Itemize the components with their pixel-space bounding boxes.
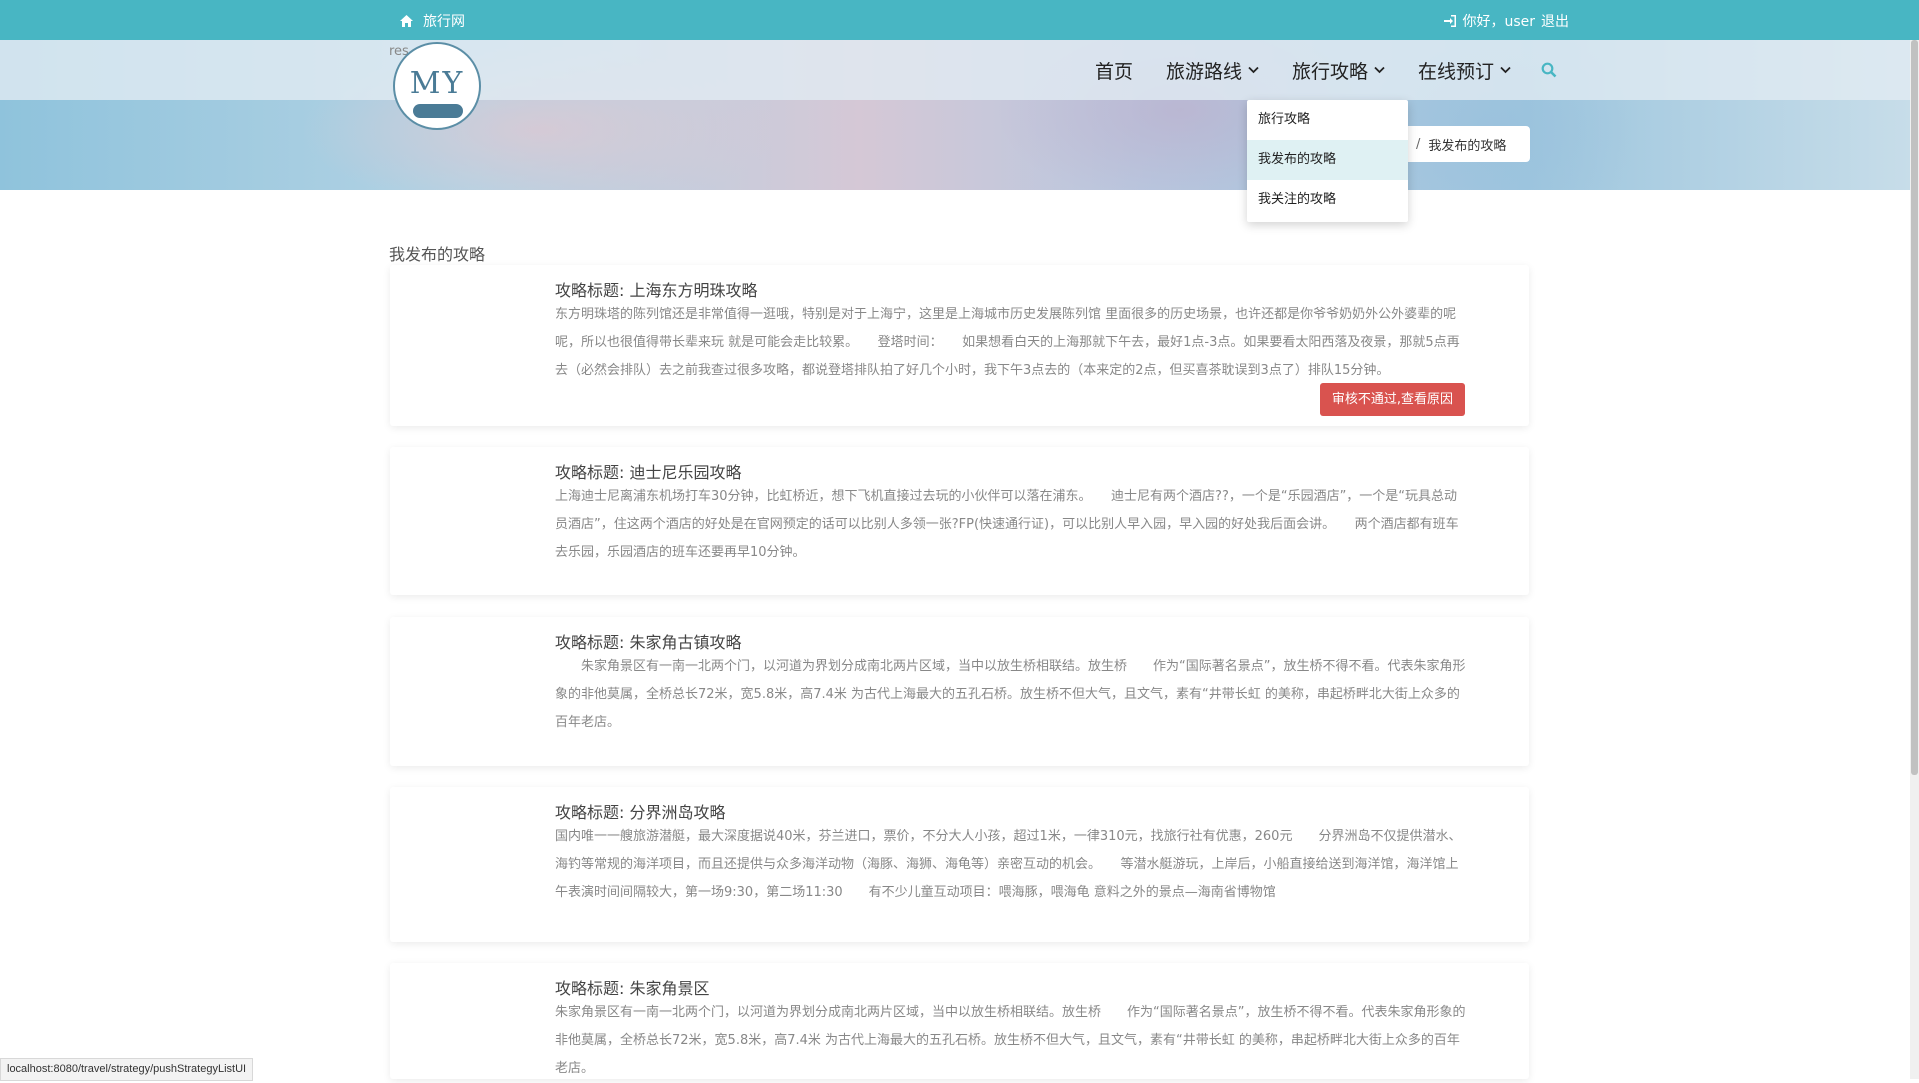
breadcrumb-separator: / xyxy=(1416,136,1421,152)
strategy-title[interactable]: 攻略标题: 上海东方明珠攻略 xyxy=(555,277,757,301)
nav-strategy[interactable]: 旅行攻略 xyxy=(1292,57,1385,84)
page-scrollbar[interactable] xyxy=(1910,40,1919,1079)
nav-booking-label: 在线预订 xyxy=(1417,60,1494,83)
main-navbar: 首页 旅游路线 旅行攻略 在线预订 xyxy=(0,40,1910,100)
site-logo[interactable]: MY xyxy=(393,42,481,130)
strategy-card[interactable]: 攻略标题: 朱家角古镇攻略 朱家角景区有一南一北两个门，以河道为界划分成南北两片… xyxy=(390,617,1529,766)
strategy-title[interactable]: 攻略标题: 朱家角景区 xyxy=(555,975,709,999)
review-failed-button[interactable]: 审核不通过,查看原因 xyxy=(1319,383,1465,416)
strategy-title[interactable]: 攻略标题: 迪士尼乐园攻略 xyxy=(555,459,741,483)
page-title: 我发布的攻略 xyxy=(389,245,486,264)
top-bar: 旅行网 你好，user 退出 xyxy=(0,0,1919,40)
dropdown-item-my-published[interactable]: 我发布的攻略 xyxy=(1247,140,1408,180)
site-brand[interactable]: 旅行网 xyxy=(400,11,465,31)
browser-status-url: localhost:8080/travel/strategy/pushStrat… xyxy=(0,1058,254,1081)
chevron-down-icon xyxy=(1500,66,1511,74)
site-name: 旅行网 xyxy=(423,14,465,30)
strategy-card[interactable]: 攻略标题: 迪士尼乐园攻略 上海迪士尼离浦东机场打车30分钟，比虹桥近，想下飞机… xyxy=(390,447,1529,595)
home-icon xyxy=(400,15,413,27)
search-icon[interactable] xyxy=(1541,62,1557,78)
strategy-card[interactable]: 攻略标题: 分界洲岛攻略 国内唯一一艘旅游潜艇，最大深度据说40米，芬兰进口，票… xyxy=(390,787,1529,942)
nav-routes[interactable]: 旅游路线 xyxy=(1166,57,1259,84)
chevron-down-icon xyxy=(1374,66,1385,74)
strategy-card[interactable]: 攻略标题: 上海东方明珠攻略 东方明珠塔的陈列馆还是非常值得一逛哦，特别是对于上… xyxy=(390,265,1529,426)
breadcrumb: / 我发布的攻略 xyxy=(1390,126,1530,162)
nav-home[interactable]: 首页 xyxy=(1095,57,1133,84)
nav-home-label: 首页 xyxy=(1094,60,1133,83)
strategy-body: 朱家角景区有一南一北两个门，以河道为界划分成南北两片区域，当中以放生桥相联结。放… xyxy=(555,1005,1466,1076)
nav-menu: 首页 旅游路线 旅行攻略 在线预订 xyxy=(1062,40,1557,100)
sign-in-icon xyxy=(1444,15,1457,27)
logout-link[interactable]: 退出 xyxy=(1541,11,1569,31)
strategy-body: 上海迪士尼离浦东机场打车30分钟，比虹桥近，想下飞机直接过去玩的小伙伴可以落在浦… xyxy=(555,489,1459,560)
strategy-body: 国内唯一一艘旅游潜艇，最大深度据说40米，芬兰进口，票价，不分大人小孩，超过1米… xyxy=(555,829,1462,900)
logo-text: MY xyxy=(409,66,465,101)
nav-routes-label: 旅游路线 xyxy=(1165,60,1242,83)
strategy-title[interactable]: 攻略标题: 分界洲岛攻略 xyxy=(555,799,725,823)
strategy-body: 东方明珠塔的陈列馆还是非常值得一逛哦，特别是对于上海宁，这里是上海城市历史发展陈… xyxy=(555,307,1460,378)
dropdown-item-my-followed[interactable]: 我关注的攻略 xyxy=(1247,180,1408,220)
nav-booking[interactable]: 在线预订 xyxy=(1418,57,1511,84)
chevron-down-icon xyxy=(1248,66,1259,74)
breadcrumb-current: 我发布的攻略 xyxy=(1428,138,1507,154)
nav-strategy-label: 旅行攻略 xyxy=(1291,60,1368,83)
strategy-title[interactable]: 攻略标题: 朱家角古镇攻略 xyxy=(555,629,741,653)
strategy-dropdown: 旅行攻略 我发布的攻略 我关注的攻略 xyxy=(1247,100,1408,222)
scrollbar-thumb[interactable] xyxy=(1911,40,1918,775)
user-area: 你好，user 退出 xyxy=(1444,11,1569,31)
user-greeting[interactable]: 你好，user xyxy=(1462,11,1535,31)
dropdown-item-strategy[interactable]: 旅行攻略 xyxy=(1247,100,1408,140)
strategy-card[interactable]: 攻略标题: 朱家角景区 朱家角景区有一南一北两个门，以河道为界划分成南北两片区域… xyxy=(390,963,1529,1079)
logo-wave xyxy=(413,104,463,118)
strategy-body: 朱家角景区有一南一北两个门，以河道为界划分成南北两片区域，当中以放生桥相联结。放… xyxy=(555,659,1466,730)
